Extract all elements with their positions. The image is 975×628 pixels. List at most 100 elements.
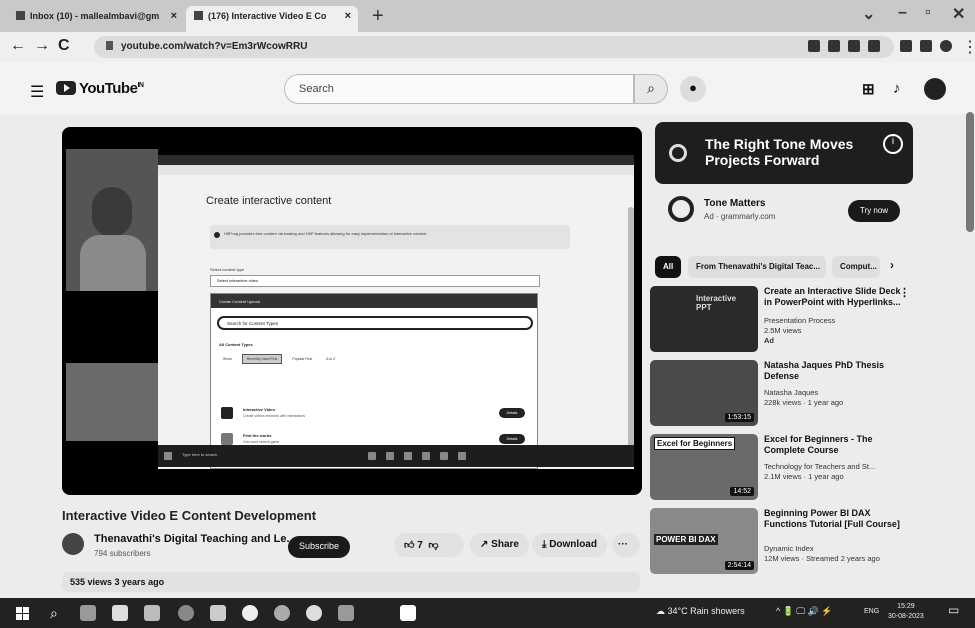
promoted-ad-banner[interactable]: The Right Tone Moves Projects Forward i <box>655 122 913 184</box>
item-desc: Grid word search game <box>243 440 280 444</box>
video-thumbnail[interactable]: Excel for Beginners 14:52 <box>650 434 758 500</box>
bookmark-star-icon[interactable] <box>868 40 880 52</box>
ad-info-icon[interactable]: i <box>883 134 903 154</box>
download-button[interactable]: ⤓ Download <box>532 533 607 557</box>
recommended-video[interactable]: POWER BI DAX 2:54:14 Beginning Power BI … <box>650 508 910 580</box>
recommended-stats: 12M views · Streamed 2 years ago <box>764 554 880 563</box>
video-thumbnail[interactable]: 1:53:15 <box>650 360 758 426</box>
new-tab-button[interactable]: + <box>372 5 384 28</box>
search-icon: ⌕ <box>647 80 655 96</box>
chevron-right-icon[interactable]: › <box>890 258 894 272</box>
try-now-button[interactable]: Try now <box>848 200 900 222</box>
logo-country: IN <box>137 82 144 89</box>
back-button[interactable]: ← <box>10 37 26 55</box>
recommended-video[interactable]: Interactive PPT Create an Interactive Sl… <box>650 286 910 358</box>
address-bar[interactable]: youtube.com/watch?v=Em3rWcowRRU <box>94 36 894 58</box>
close-window-button[interactable]: ✕ <box>952 4 965 24</box>
edit-icon[interactable] <box>848 40 860 52</box>
recommended-video[interactable]: Excel for Beginners 14:52 Excel for Begi… <box>650 434 910 506</box>
inner-taskbar-icon <box>458 452 466 460</box>
windows-start-icon[interactable] <box>16 607 29 620</box>
store-icon[interactable] <box>210 605 226 621</box>
notification-center-icon[interactable]: ▭ <box>948 603 959 617</box>
thumbnail-text: Excel for Beginners <box>654 437 736 450</box>
reload-button[interactable]: C <box>58 37 70 55</box>
edge-icon[interactable] <box>178 605 194 621</box>
youtube-logo[interactable]: YouTubeIN <box>56 80 144 97</box>
tab-youtube-video[interactable]: (176) Interactive Video E Co × <box>186 6 358 32</box>
tab-search-chevron-icon[interactable]: ⌄ <box>862 4 875 24</box>
forward-button[interactable]: → <box>34 37 50 55</box>
system-tray-icons[interactable]: ^ 🔋 🖵 🔊 ⚡ <box>776 606 833 617</box>
opera-icon[interactable] <box>306 605 322 621</box>
search-icon[interactable]: ⌕ <box>50 605 66 621</box>
page-scrollbar[interactable] <box>966 112 974 232</box>
modal-types-heading: All Content Types <box>219 342 253 347</box>
chip-computer[interactable]: Comput... <box>832 256 880 278</box>
file-explorer-icon[interactable] <box>112 605 128 621</box>
description-box[interactable]: 535 views 3 years ago <box>62 572 640 592</box>
webcam-secondary <box>66 363 158 441</box>
channel-avatar[interactable] <box>62 533 84 555</box>
clock[interactable]: 15:29 30-08-2023 <box>888 602 924 622</box>
chip-from-channel[interactable]: From Thenavathi's Digital Teac... <box>688 256 826 278</box>
recommended-title: Beginning Power BI DAX Functions Tutoria… <box>764 508 900 529</box>
screen-recorder-icon[interactable] <box>338 605 354 621</box>
create-video-icon[interactable]: ⊞ <box>862 80 875 98</box>
video-thumbnail[interactable]: Interactive PPT <box>650 286 758 352</box>
search-input[interactable]: Search <box>284 74 634 104</box>
recommended-channel: Natasha Jaques <box>764 388 819 397</box>
webcam-presenter <box>66 149 158 291</box>
video-player[interactable]: Create interactive content H5P.org provi… <box>62 127 642 495</box>
search-button[interactable]: ⌕ <box>634 74 668 104</box>
chip-all[interactable]: All <box>655 256 681 278</box>
weather-widget[interactable]: ☁ 34°C Rain showers <box>656 606 745 617</box>
chrome-icon[interactable] <box>242 605 258 621</box>
thumbs-down-icon[interactable]: 👎︎ <box>428 540 438 551</box>
profile-icon[interactable] <box>940 40 952 52</box>
maximize-button[interactable]: ▫ <box>925 4 931 22</box>
share-page-icon[interactable] <box>808 40 820 52</box>
more-actions-button[interactable]: ··· <box>612 533 640 557</box>
voice-search-button[interactable]: ● <box>680 76 706 102</box>
channel-name[interactable]: Thenavathi's Digital Teaching and Le... <box>94 533 296 545</box>
like-dislike-buttons[interactable]: 👍︎ 7 👎︎ <box>394 533 464 557</box>
subscribe-button[interactable]: Subscribe <box>288 536 350 558</box>
video-thumbnail[interactable]: POWER BI DAX 2:54:14 <box>650 508 758 574</box>
more-options-icon[interactable]: ⋮ <box>899 286 910 299</box>
tab-inbox[interactable]: Inbox (10) - mallealmbavi@gm × <box>8 6 184 32</box>
recommended-channel: Dynamic Index <box>764 544 814 553</box>
hamburger-menu-icon[interactable]: ☰ <box>30 82 44 102</box>
mail-icon[interactable] <box>144 605 160 621</box>
thumbs-up-icon[interactable]: 👍︎ <box>404 540 414 551</box>
recommended-title: Excel for Beginners - The Complete Cours… <box>764 434 873 455</box>
weather-icon: ☁ <box>656 606 665 616</box>
cloud-icon <box>221 407 233 419</box>
word-icon[interactable] <box>400 605 416 621</box>
minimize-button[interactable]: – <box>898 4 907 22</box>
logo-text: YouTube <box>79 80 138 97</box>
close-tab-icon[interactable]: × <box>171 10 177 22</box>
recommended-video[interactable]: 1:53:15 Natasha Jaques PhD Thesis Defens… <box>650 360 910 432</box>
browser-menu-icon[interactable]: ⋮ <box>962 37 975 57</box>
sidebar-icon[interactable] <box>920 40 932 52</box>
views-and-date: 535 views 3 years ago <box>70 577 165 587</box>
share-icon: ↗ <box>480 539 489 550</box>
media-player-icon[interactable] <box>274 605 290 621</box>
inner-start-icon <box>164 452 172 460</box>
share-label: Share <box>491 539 519 550</box>
thumbnail-text: POWER BI DAX <box>654 534 718 545</box>
recommended-stats: 228k views · 1 year ago <box>764 398 844 407</box>
zoom-icon[interactable] <box>828 40 840 52</box>
ad-brand-icon <box>669 144 687 162</box>
account-avatar[interactable] <box>924 78 946 100</box>
task-view-icon[interactable] <box>80 605 96 621</box>
close-tab-icon[interactable]: × <box>345 10 351 22</box>
inner-taskbar: Type here to search <box>158 445 634 467</box>
thumbnail-text: Interactive PPT <box>696 294 737 312</box>
language-indicator[interactable]: ENG <box>864 608 879 615</box>
notifications-bell-icon[interactable]: ♪ <box>893 80 901 97</box>
microphone-icon: ● <box>689 80 697 95</box>
share-button[interactable]: ↗ Share <box>470 533 529 557</box>
extension-icon[interactable] <box>900 40 912 52</box>
